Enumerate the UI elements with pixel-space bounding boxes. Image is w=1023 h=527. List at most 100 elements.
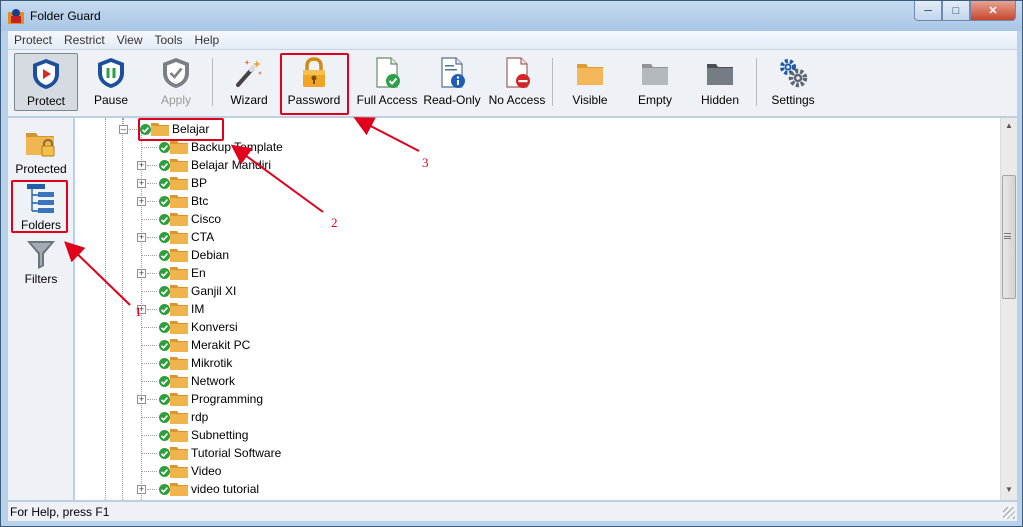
expand-icon[interactable]: +	[137, 179, 146, 188]
expand-icon[interactable]: +	[137, 197, 146, 206]
magic-wand-icon	[236, 60, 262, 87]
read-only-button[interactable]: Read-Only	[422, 53, 482, 111]
check-icon	[159, 160, 170, 171]
pause-button[interactable]: Pause	[82, 53, 140, 111]
status-bar: For Help, press F1	[8, 501, 1017, 521]
folder-guard-logo-icon	[8, 9, 24, 24]
tree-row-label: En	[191, 266, 206, 280]
tree-row[interactable]: + Programming	[75, 391, 975, 409]
expand-icon[interactable]: +	[137, 485, 146, 494]
folder-icon	[170, 231, 188, 244]
highlight-password	[280, 53, 349, 115]
tree-row-label: BP	[191, 176, 208, 190]
menu-help[interactable]: Help	[189, 33, 226, 47]
tree-row-label: Network	[191, 374, 236, 388]
wizard-button[interactable]: Wizard	[220, 53, 278, 111]
protect-button[interactable]: Protect	[14, 53, 78, 111]
tree-row[interactable]: Merakit PC	[75, 337, 975, 355]
visible-button[interactable]: Visible	[560, 53, 620, 111]
check-icon	[159, 340, 170, 351]
nav-filters[interactable]: Filters	[8, 238, 74, 286]
apply-button[interactable]: Apply	[147, 53, 205, 111]
close-button[interactable]: ✕	[970, 1, 1016, 21]
empty-button[interactable]: Empty	[625, 53, 685, 111]
no-access-button[interactable]: No Access	[486, 53, 548, 111]
resize-grip-icon[interactable]	[1003, 507, 1015, 519]
apply-label: Apply	[160, 93, 192, 107]
tree-row[interactable]: Subnetting	[75, 427, 975, 445]
close-icon: ✕	[988, 5, 998, 17]
tree-row[interactable]: Debian	[75, 247, 975, 265]
protect-label: Protect	[26, 94, 65, 108]
tree-row[interactable]: + BP	[75, 175, 975, 193]
annotation-number-1: 1	[135, 304, 142, 319]
hidden-button[interactable]: Hidden	[690, 53, 750, 111]
tree-row-label: Mikrotik	[191, 356, 233, 370]
tree-row[interactable]: Konversi	[75, 319, 975, 337]
title-bar[interactable]: Folder Guard ─ □ ✕	[1, 1, 1022, 31]
expand-icon[interactable]: +	[137, 233, 146, 242]
folder-icon	[170, 465, 188, 478]
scroll-grip-icon	[1004, 233, 1011, 239]
tree-row[interactable]: Video	[75, 463, 975, 481]
tree-connector	[147, 237, 157, 238]
tree-row[interactable]: + En	[75, 265, 975, 283]
tree-connector	[142, 417, 157, 418]
maximize-button[interactable]: □	[942, 1, 970, 21]
full-access-button[interactable]: Full Access	[354, 53, 420, 111]
check-icon	[159, 250, 170, 261]
check-icon	[159, 232, 170, 243]
check-icon	[159, 214, 170, 225]
funnel-icon	[27, 241, 55, 269]
folder-icon	[170, 393, 188, 406]
nav-protected[interactable]: Protected	[8, 128, 74, 176]
tree-row-label: Debian	[191, 248, 230, 262]
check-icon	[159, 358, 170, 369]
settings-button[interactable]: Settings	[763, 53, 823, 111]
tree-row[interactable]: Network	[75, 373, 975, 391]
tree-row-label: Tutorial Software	[191, 446, 282, 460]
collapse-icon[interactable]: –	[119, 125, 128, 134]
tree-row[interactable]: Cisco	[75, 211, 975, 229]
annotation-number-2: 2	[331, 215, 338, 230]
minimize-button[interactable]: ─	[914, 1, 942, 21]
tree-row[interactable]: Ganjil XI	[75, 283, 975, 301]
tree-row-label: Cisco	[191, 212, 222, 226]
menu-view[interactable]: View	[111, 33, 149, 47]
expand-icon[interactable]: +	[137, 269, 146, 278]
tree-connector	[142, 381, 157, 382]
tree-row[interactable]: + Belajar Mandiri	[75, 157, 975, 175]
menu-protect[interactable]: Protect	[8, 33, 58, 47]
tree-row[interactable]: Mikrotik	[75, 355, 975, 373]
tree-connector	[142, 219, 157, 220]
window-title: Folder Guard	[30, 9, 101, 23]
expand-icon[interactable]: +	[137, 161, 146, 170]
tree-row[interactable]: + video tutorial	[75, 481, 975, 499]
tree-row[interactable]: Backup Template	[75, 139, 975, 157]
tree-row-label: Programming	[191, 392, 264, 406]
tree-row[interactable]: + CTA	[75, 229, 975, 247]
folder-icon	[170, 285, 188, 298]
tree-row[interactable]: Tutorial Software	[75, 445, 975, 463]
tree-row-label: video tutorial	[191, 482, 260, 496]
scroll-down-icon[interactable]: ▼	[1001, 482, 1017, 498]
tree-row-label: Merakit PC	[191, 338, 251, 352]
check-icon	[159, 268, 170, 279]
tree-row[interactable]: rdp	[75, 409, 975, 427]
expand-icon[interactable]: +	[137, 395, 146, 404]
tree-row[interactable]: + Btc	[75, 193, 975, 211]
vertical-scrollbar[interactable]: ▲ ▼	[1000, 118, 1017, 500]
minimize-icon: ─	[924, 4, 932, 17]
menu-restrict[interactable]: Restrict	[58, 33, 111, 47]
menu-tools[interactable]: Tools	[148, 33, 188, 47]
folder-icon	[170, 375, 188, 388]
folder-icon	[170, 483, 188, 496]
scroll-up-icon[interactable]: ▲	[1001, 118, 1017, 134]
check-icon	[159, 376, 170, 387]
toolbar-separator	[212, 58, 213, 106]
check-icon	[159, 412, 170, 423]
tree-row[interactable]: + IM	[75, 301, 975, 319]
settings-label: Settings	[771, 93, 815, 107]
check-icon	[159, 178, 170, 189]
empty-label: Empty	[637, 93, 672, 107]
